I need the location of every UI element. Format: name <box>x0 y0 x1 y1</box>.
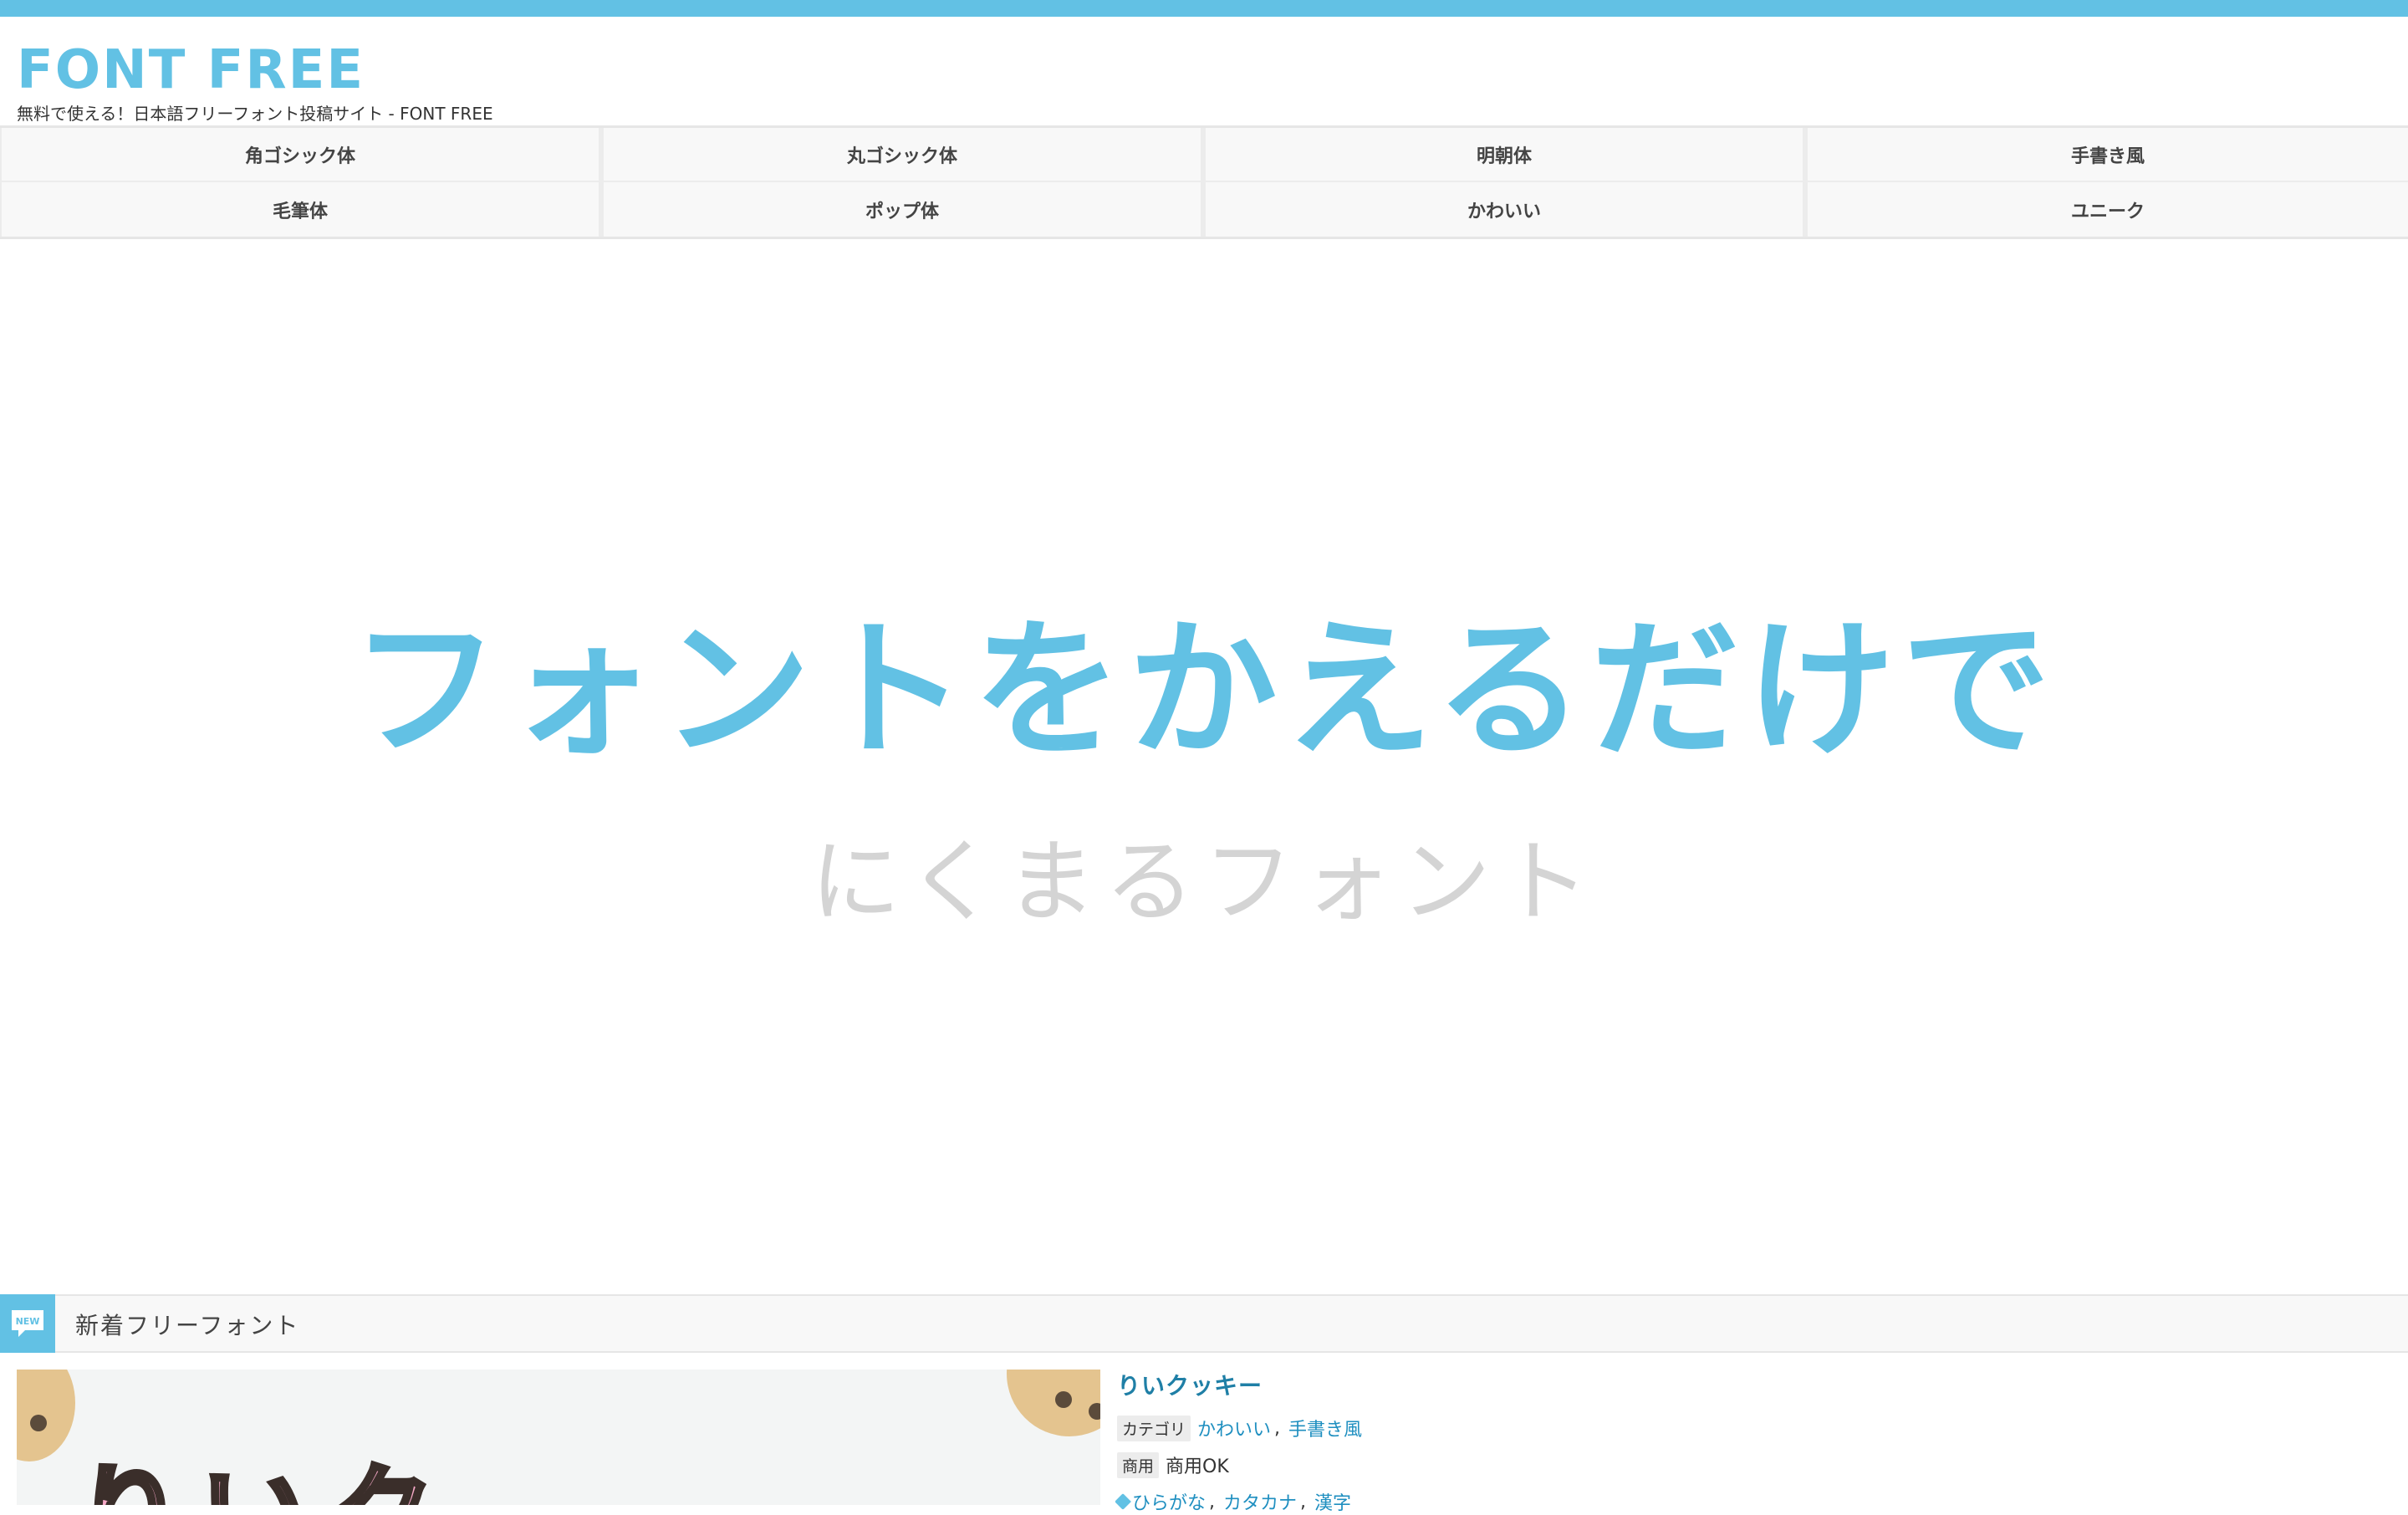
tag-link-hiragana[interactable]: ひらがな <box>1132 1488 1206 1515</box>
nav-item-mincho[interactable]: 明朝体 <box>1204 128 1806 182</box>
tag-link-kanji[interactable]: 漢字 <box>1314 1488 1351 1515</box>
category-separator: , <box>1274 1417 1281 1439</box>
new-badge: NEW <box>0 1294 55 1353</box>
section-header-new-fonts: NEW 新着フリーフォント <box>0 1294 2408 1353</box>
speech-bubble-icon: NEW <box>12 1310 43 1337</box>
site-tagline: 無料で使える！日本語フリーフォント投稿サイト - FONT FREE <box>17 104 493 124</box>
hero-headline: フォントをかえるだけで <box>350 604 2058 777</box>
section-title: 新着フリーフォント <box>75 1312 300 1339</box>
nav-item-unique[interactable]: ユニーク <box>1806 182 2408 237</box>
hero-subtext: にくまるフォント <box>810 830 1598 935</box>
new-badge-label: NEW <box>16 1316 40 1327</box>
cookie-decoration-right <box>1007 1370 1100 1436</box>
font-commercial-row: 商用 商用OK <box>1117 1451 1229 1478</box>
font-thumbnail[interactable]: りいク <box>17 1370 1100 1505</box>
top-accent-bar <box>0 0 2408 17</box>
font-title-link[interactable]: りいクッキー <box>1117 1368 1263 1401</box>
tag-separator: , <box>1209 1491 1216 1512</box>
hero-banner[interactable]: フォントをかえるだけで にくまるフォント <box>0 239 2408 1294</box>
nav-item-brush[interactable]: 毛筆体 <box>0 182 602 237</box>
nav-item-maru-gothic[interactable]: 丸ゴシック体 <box>602 128 1204 182</box>
cookie-decoration-left <box>17 1370 75 1461</box>
commercial-value: 商用OK <box>1166 1456 1229 1477</box>
font-category-row: カテゴリ かわいい , 手書き風 <box>1117 1415 1362 1441</box>
site-header: FONT FREE 無料で使える！日本語フリーフォント投稿サイト - FONT … <box>0 17 2408 125</box>
nav-item-kaku-gothic[interactable]: 角ゴシック体 <box>0 128 602 182</box>
tag-link-katakana[interactable]: カタカナ <box>1223 1488 1297 1515</box>
tag-icon <box>1115 1493 1131 1510</box>
tag-separator: , <box>1300 1491 1307 1512</box>
font-sample-art: りいク <box>73 1459 452 1505</box>
site-logo[interactable]: FONT FREE <box>17 43 365 97</box>
category-link-kawaii[interactable]: かわいい <box>1197 1415 1271 1441</box>
nav-item-kawaii[interactable]: かわいい <box>1204 182 1806 237</box>
font-tags-row: ひらがな , カタカナ , 漢字 <box>1115 1488 1351 1515</box>
category-link-handwriting[interactable]: 手書き風 <box>1288 1415 1362 1441</box>
commercial-label: 商用 <box>1117 1451 1160 1478</box>
category-nav: 角ゴシック体 丸ゴシック体 明朝体 手書き風 毛筆体 ポップ体 かわいい ユニー… <box>0 125 2408 239</box>
nav-item-pop[interactable]: ポップ体 <box>602 182 1204 237</box>
category-label: カテゴリ <box>1117 1415 1191 1441</box>
nav-item-handwriting[interactable]: 手書き風 <box>1806 128 2408 182</box>
